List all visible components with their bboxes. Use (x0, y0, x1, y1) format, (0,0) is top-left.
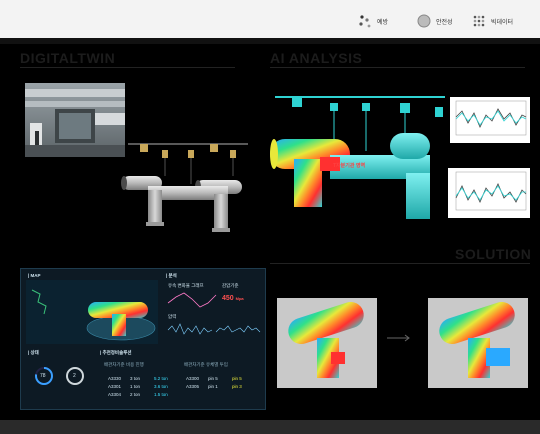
top-legend-bar: 예방 안전성 빅데이터 (0, 0, 540, 38)
right-row-1-id: A3300 (186, 376, 200, 381)
dot-grid-icon (473, 15, 485, 27)
analysis-title: | 분석 (166, 273, 177, 278)
solution-after-model (428, 298, 528, 388)
pressure-number: 450 (222, 295, 234, 302)
table-right-header: 배관차기준 유체별 투입 (184, 362, 228, 367)
pressure-label: 감압기준 (222, 283, 239, 288)
left-row-2-id: A3301 (108, 384, 122, 389)
legend-label: 안전성 (436, 19, 453, 26)
divider (270, 67, 525, 68)
gauge-1-value: 78 (40, 373, 46, 379)
left-row-1-a: 3 ton (130, 376, 141, 381)
left-row-2-b: 3.6 ton (154, 384, 168, 389)
status-title: | 상태 (28, 350, 39, 355)
hotspot-label: T자분기관 영역 (333, 163, 366, 169)
section-title-solution: SOLUTION (455, 246, 532, 262)
right-row-2-id: A3305 (186, 384, 200, 389)
right-row-1-b: pin 5 (232, 376, 242, 381)
pressure-unit: Mpa (235, 296, 244, 301)
left-row-2-a: 1 ton (130, 384, 141, 389)
ai-timeseries-chart-top (450, 97, 530, 143)
section-title-ai-analysis: AI ANALYSIS (270, 50, 363, 66)
legend-label: 예방 (377, 19, 389, 26)
legend-safety: 안전성 (417, 14, 453, 28)
plant-photo (25, 83, 125, 157)
recommendation-title: | 추천정비솔루션 (100, 350, 132, 355)
left-row-1-b: 5.2 ton (154, 376, 168, 381)
right-row-2-a: pin 1 (208, 384, 218, 389)
gauge-2-value: 2 (73, 373, 76, 379)
divider (20, 67, 235, 68)
ai-analysis-heatmap-model (270, 96, 445, 219)
pressure-value: 450 Mpa (222, 295, 244, 302)
flow-rate-mini-chart (167, 292, 217, 308)
left-row-1-id: A3330 (108, 376, 122, 381)
left-row-3-id: A3304 (108, 392, 122, 397)
pressure-mini-chart-1 (167, 323, 213, 335)
legend-bigdata: 빅데이터 (472, 14, 513, 28)
left-row-3-a: 2 ton (130, 392, 141, 397)
circle-icon (417, 14, 431, 28)
left-row-3-b: 1.5 ton (154, 392, 168, 397)
digital-twin-pipe-model (121, 143, 248, 232)
dot-cluster-icon (359, 15, 371, 28)
footer-bar (0, 420, 540, 434)
right-row-1-a: pin 5 (208, 376, 218, 381)
pressure-mini-chart-2 (215, 325, 261, 333)
legend-prevention: 예방 (358, 14, 388, 28)
solution-before-model (277, 298, 377, 388)
legend-label: 빅데이터 (491, 19, 514, 26)
ai-timeseries-chart-bottom (448, 168, 530, 218)
solution-arrow-icon (387, 334, 410, 342)
header-band (0, 38, 540, 44)
divider (270, 263, 530, 264)
table-left-header: 배관차기준 비용 진행 (104, 362, 144, 367)
map-title: | MAP (28, 273, 41, 278)
dashboard-map-view (26, 280, 158, 344)
section-title-digital-twin: DIGITALTWIN (20, 50, 116, 66)
right-row-2-b: pin 3 (232, 384, 242, 389)
